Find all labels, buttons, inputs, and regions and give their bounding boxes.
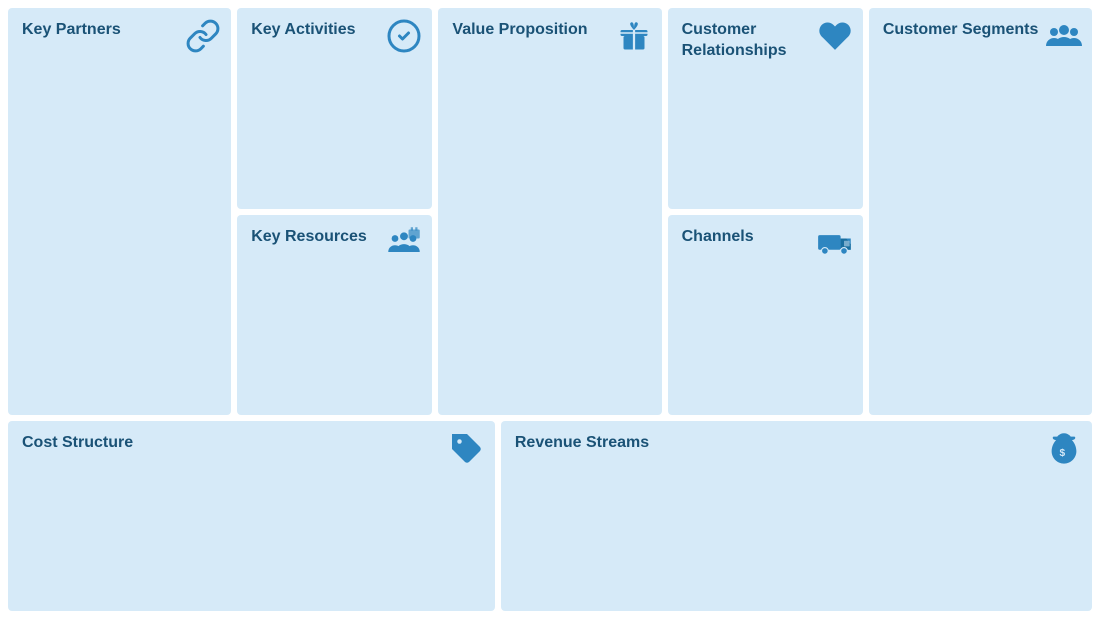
value-proposition-title: Value Proposition <box>452 20 608 41</box>
customer-segments-title: Customer Segments <box>883 20 1039 41</box>
cell-key-activities[interactable]: Key Activities <box>237 8 432 209</box>
key-activities-title: Key Activities <box>251 20 385 41</box>
gift-icon <box>616 18 652 54</box>
key-partners-title: Key Partners <box>22 20 178 41</box>
customer-relationships-title: Customer Relationships <box>682 20 816 62</box>
people-icon <box>1046 18 1082 54</box>
cell-revenue-streams[interactable]: Revenue Streams $ <box>501 421 1092 611</box>
heart-icon <box>817 18 853 54</box>
top-section: Key Partners Key Activities Key Resource… <box>8 8 1092 415</box>
col-activities-resources: Key Activities Key Resources <box>237 8 432 415</box>
link-icon <box>185 18 221 54</box>
truck-icon <box>817 225 853 261</box>
money-bag-icon: $ <box>1046 431 1082 467</box>
col-cr-channels: Customer Relationships Channels <box>668 8 863 415</box>
cell-key-partners[interactable]: Key Partners <box>8 8 231 415</box>
cell-cost-structure[interactable]: Cost Structure <box>8 421 495 611</box>
cell-customer-segments[interactable]: Customer Segments <box>869 8 1092 415</box>
cell-channels[interactable]: Channels <box>668 215 863 416</box>
key-resources-title: Key Resources <box>251 227 385 248</box>
svg-text:$: $ <box>1060 448 1066 459</box>
cost-structure-title: Cost Structure <box>22 433 389 454</box>
business-model-canvas: Key Partners Key Activities Key Resource… <box>0 0 1100 619</box>
factory-people-icon <box>386 225 422 261</box>
revenue-streams-title: Revenue Streams <box>515 433 966 454</box>
channels-title: Channels <box>682 227 816 248</box>
cell-customer-relationships[interactable]: Customer Relationships <box>668 8 863 209</box>
bottom-section: Cost Structure Revenue Streams $ <box>8 421 1092 611</box>
cell-key-resources[interactable]: Key Resources <box>237 215 432 416</box>
check-circle-icon <box>386 18 422 54</box>
cell-value-proposition[interactable]: Value Proposition <box>438 8 661 415</box>
tag-icon <box>449 431 485 467</box>
